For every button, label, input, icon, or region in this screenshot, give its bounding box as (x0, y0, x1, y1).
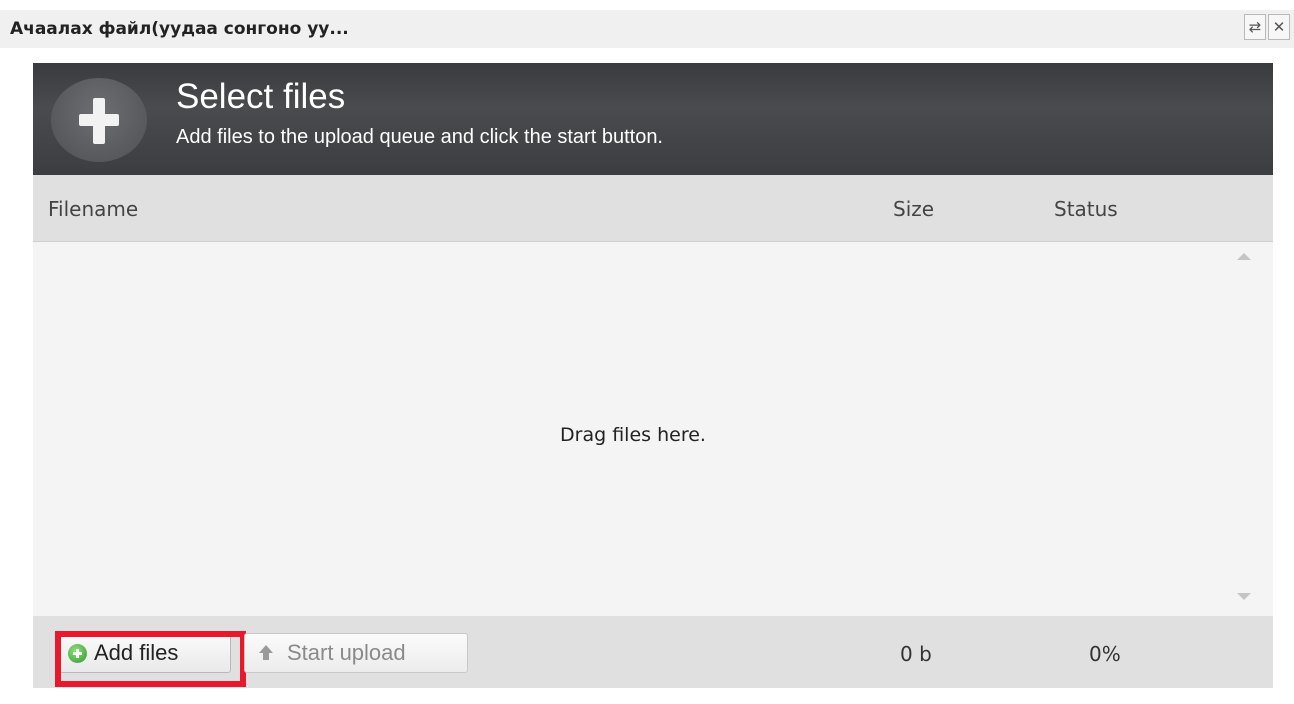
start-upload-label: Start upload (287, 640, 406, 665)
total-size: 0 b (900, 642, 932, 666)
add-files-button[interactable]: Add files (55, 633, 231, 673)
drop-hint: Drag files here. (560, 424, 706, 446)
scroll-up-icon[interactable] (1237, 253, 1251, 260)
plus-icon (51, 78, 147, 162)
file-list-header: Filename Size Status (33, 175, 1273, 242)
column-filename: Filename (48, 197, 139, 221)
close-icon[interactable]: ✕ (1268, 14, 1290, 40)
dialog-title: Ачаалах файл(уудаа сонгоно уу... (10, 19, 349, 39)
header-subtitle: Add files to the upload queue and click … (176, 126, 663, 148)
column-status: Status (1054, 197, 1118, 221)
refresh-icon[interactable]: ⇄ (1244, 14, 1266, 40)
total-progress: 0% (1089, 642, 1121, 666)
header-title: Select files (176, 77, 346, 116)
scroll-down-icon[interactable] (1237, 593, 1251, 600)
add-files-label: Add files (94, 640, 179, 665)
column-size: Size (893, 197, 935, 221)
file-uploader: Select files Add files to the upload que… (33, 63, 1273, 688)
uploader-header: Select files Add files to the upload que… (33, 63, 1273, 175)
add-circle-icon (68, 643, 87, 663)
uploader-footer: Add files Start upload 0 b 0% (33, 616, 1273, 688)
file-drop-zone[interactable]: Drag files here. (33, 243, 1273, 616)
dialog-titlebar: Ачаалах файл(уудаа сонгоно уу... ⇄ ✕ (0, 10, 1294, 48)
upload-arrow-icon (259, 645, 273, 661)
start-upload-button[interactable]: Start upload (244, 633, 468, 673)
